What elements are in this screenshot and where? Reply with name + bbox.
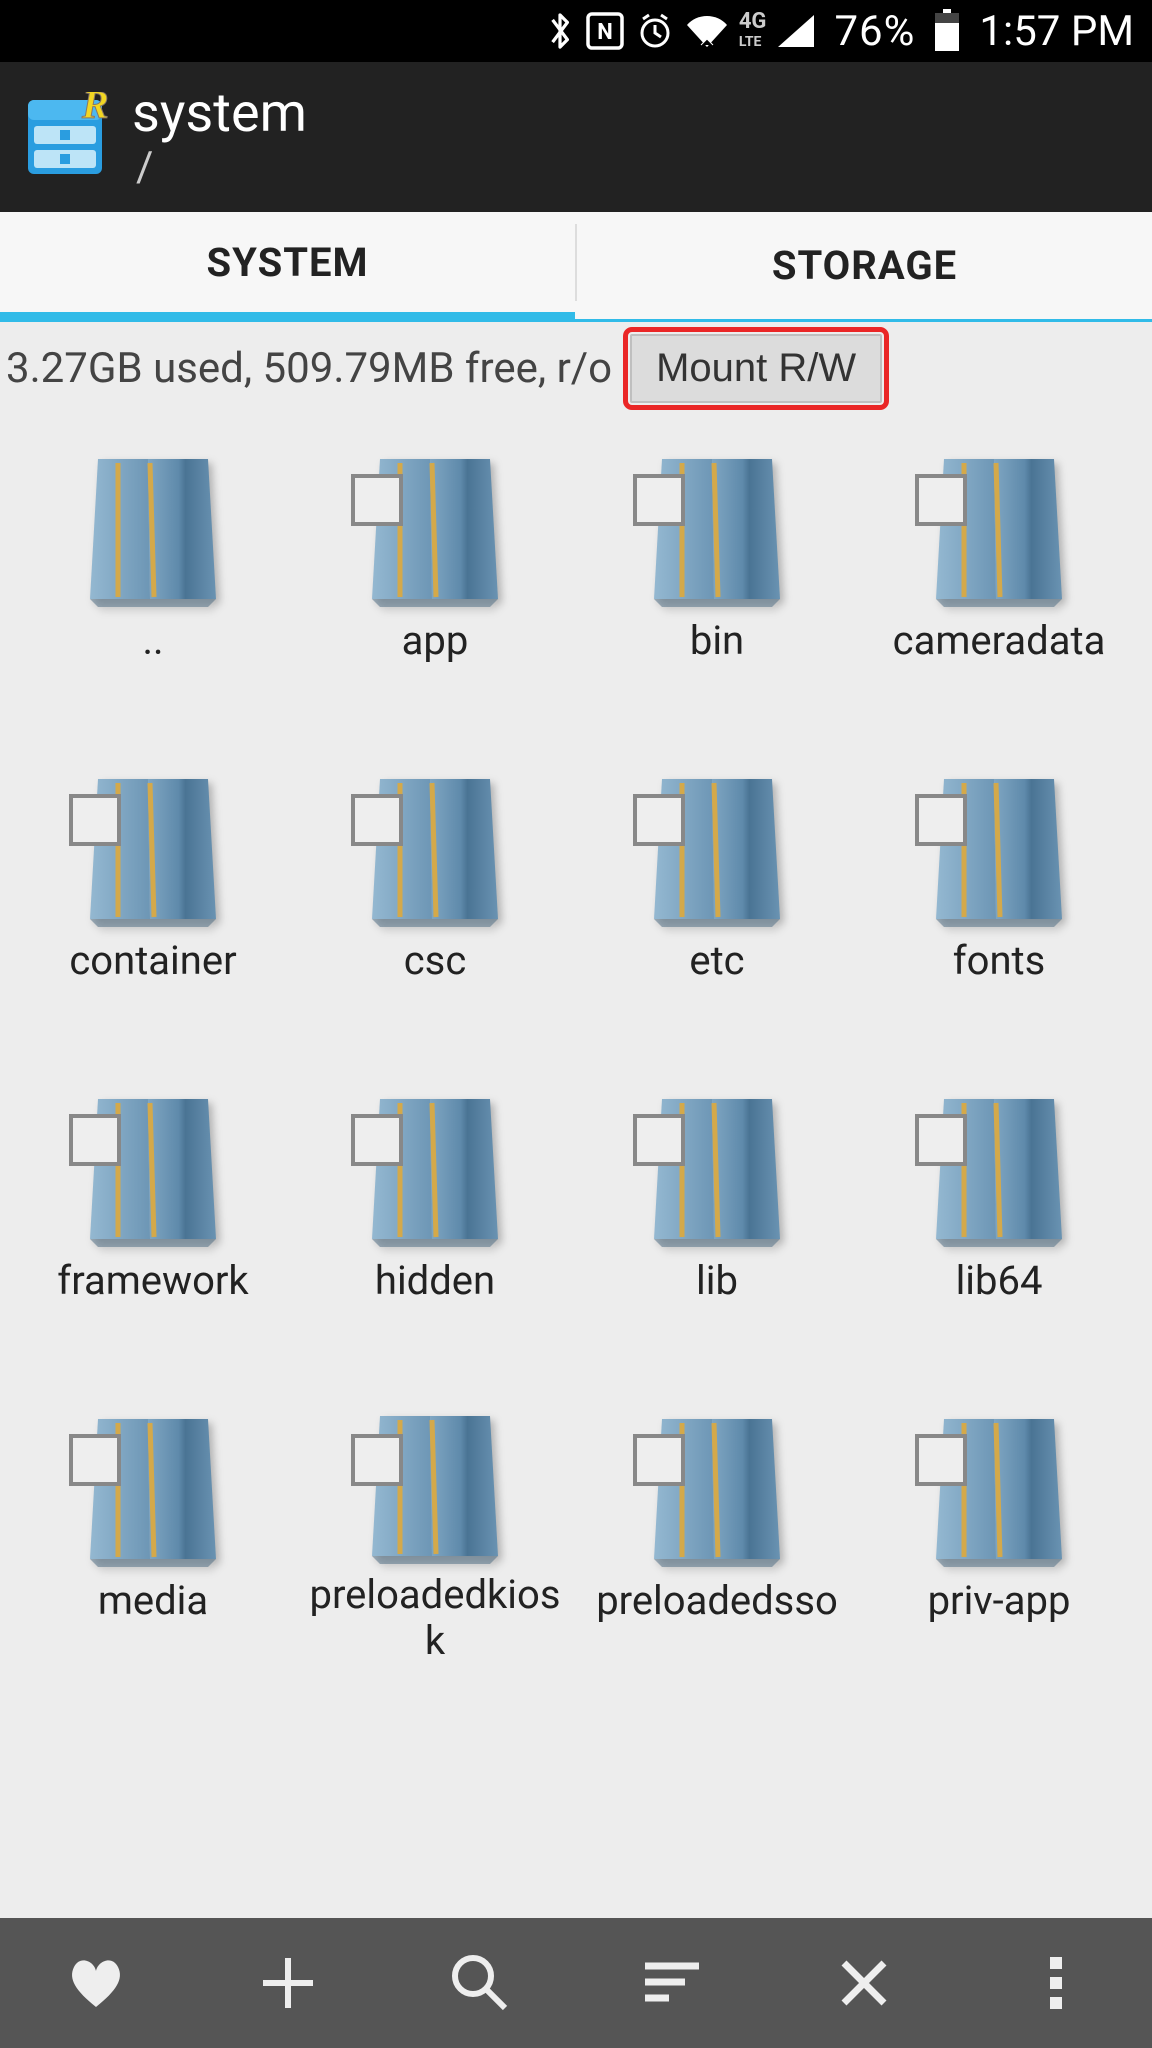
folder-item-lib[interactable]: lib — [576, 1084, 858, 1344]
folder-checkbox[interactable] — [351, 1114, 403, 1166]
app-title-block: system / — [132, 82, 307, 192]
battery-icon — [933, 9, 961, 53]
folder-icon — [627, 1084, 807, 1254]
mount-rw-button[interactable]: Mount R/W — [630, 334, 882, 403]
folder-icon — [627, 1404, 807, 1574]
folder-checkbox[interactable] — [351, 1434, 403, 1486]
app-title: system — [132, 82, 307, 145]
network-type: 4GLTE — [739, 13, 767, 48]
folder-label: hidden — [375, 1258, 495, 1304]
folder-item-[interactable]: .. — [12, 444, 294, 704]
folder-label: csc — [404, 938, 467, 984]
android-status-bar: N 4GLTE 76% 1:57 PM — [0, 0, 1152, 62]
menu-button[interactable] — [1001, 1928, 1111, 2038]
folder-checkbox[interactable] — [915, 794, 967, 846]
folder-item-csc[interactable]: csc — [294, 764, 576, 1024]
storage-status-row: 3.27GB used, 509.79MB free, r/o Mount R/… — [0, 322, 1152, 414]
favorite-button[interactable] — [41, 1928, 151, 2038]
folder-checkbox[interactable] — [69, 1114, 121, 1166]
folder-checkbox[interactable] — [633, 474, 685, 526]
folder-item-lib64[interactable]: lib64 — [858, 1084, 1140, 1344]
add-button[interactable] — [233, 1928, 343, 2038]
folder-icon — [909, 444, 1089, 614]
folder-label: media — [98, 1578, 208, 1624]
folder-icon — [63, 764, 243, 934]
tab-storage[interactable]: STORAGE — [577, 212, 1152, 319]
alarm-icon — [635, 11, 675, 51]
folder-item-hidden[interactable]: hidden — [294, 1084, 576, 1344]
folder-label: etc — [689, 938, 744, 984]
folder-icon — [63, 1404, 243, 1574]
folder-label: lib64 — [956, 1258, 1043, 1304]
folder-item-privapp[interactable]: priv-app — [858, 1404, 1140, 1664]
folder-checkbox[interactable] — [915, 1114, 967, 1166]
folder-label: .. — [142, 618, 163, 664]
app-icon: R — [20, 92, 110, 182]
folder-label: cameradata — [893, 618, 1106, 664]
folder-label: preloadedkiosk — [305, 1572, 565, 1664]
search-button[interactable] — [425, 1928, 535, 2038]
folder-checkbox[interactable] — [633, 1114, 685, 1166]
folder-label: fonts — [953, 938, 1046, 984]
folder-item-bin[interactable]: bin — [576, 444, 858, 704]
folder-icon — [627, 444, 807, 614]
svg-text:N: N — [597, 20, 613, 45]
folder-label: priv-app — [928, 1578, 1071, 1624]
folder-icon — [345, 1404, 525, 1568]
folder-icon — [627, 764, 807, 934]
folder-icon — [63, 444, 243, 614]
folder-item-preloadedsso[interactable]: preloadedsso — [576, 1404, 858, 1664]
folder-item-media[interactable]: media — [12, 1404, 294, 1664]
battery-percentage: 76% — [834, 7, 915, 56]
status-icons: N 4GLTE — [545, 10, 817, 52]
folder-icon — [63, 1084, 243, 1254]
app-header: R system / — [0, 62, 1152, 212]
folder-icon — [345, 764, 525, 934]
nfc-icon: N — [585, 11, 625, 51]
folder-icon — [909, 764, 1089, 934]
folder-icon — [909, 1084, 1089, 1254]
folder-checkbox[interactable] — [915, 1434, 967, 1486]
folder-item-container[interactable]: container — [12, 764, 294, 1024]
clock: 1:57 PM — [979, 7, 1134, 56]
folder-checkbox[interactable] — [915, 474, 967, 526]
folder-checkbox[interactable] — [633, 794, 685, 846]
folder-item-cameradata[interactable]: cameradata — [858, 444, 1140, 704]
bluetooth-icon — [545, 10, 575, 52]
folder-label: bin — [690, 618, 744, 664]
folder-item-etc[interactable]: etc — [576, 764, 858, 1024]
folder-checkbox[interactable] — [69, 794, 121, 846]
wifi-icon — [685, 13, 729, 49]
app-path: / — [136, 143, 307, 192]
folder-item-framework[interactable]: framework — [12, 1084, 294, 1344]
tab-system[interactable]: SYSTEM — [0, 212, 575, 322]
folder-icon — [909, 1404, 1089, 1574]
folder-icon — [345, 444, 525, 614]
signal-icon — [776, 13, 816, 49]
folder-label: app — [402, 618, 469, 664]
folder-label: framework — [57, 1258, 248, 1304]
tab-bar: SYSTEM STORAGE — [0, 212, 1152, 322]
folder-checkbox[interactable] — [633, 1434, 685, 1486]
folder-item-app[interactable]: app — [294, 444, 576, 704]
sort-button[interactable] — [617, 1928, 727, 2038]
folder-label: preloadedsso — [596, 1578, 838, 1624]
storage-status-text: 3.27GB used, 509.79MB free, r/o — [6, 344, 612, 393]
bottom-toolbar — [0, 1918, 1152, 2048]
folder-label: lib — [696, 1258, 738, 1304]
folder-checkbox[interactable] — [351, 794, 403, 846]
folder-checkbox[interactable] — [351, 474, 403, 526]
folder-item-preloadedkiosk[interactable]: preloadedkiosk — [294, 1404, 576, 1664]
folder-checkbox[interactable] — [69, 1434, 121, 1486]
svg-text:R: R — [81, 92, 109, 127]
folder-label: container — [69, 938, 236, 984]
folder-icon — [345, 1084, 525, 1254]
folder-item-fonts[interactable]: fonts — [858, 764, 1140, 1024]
folder-grid: .. app bin — [0, 414, 1152, 1664]
close-button[interactable] — [809, 1928, 919, 2038]
